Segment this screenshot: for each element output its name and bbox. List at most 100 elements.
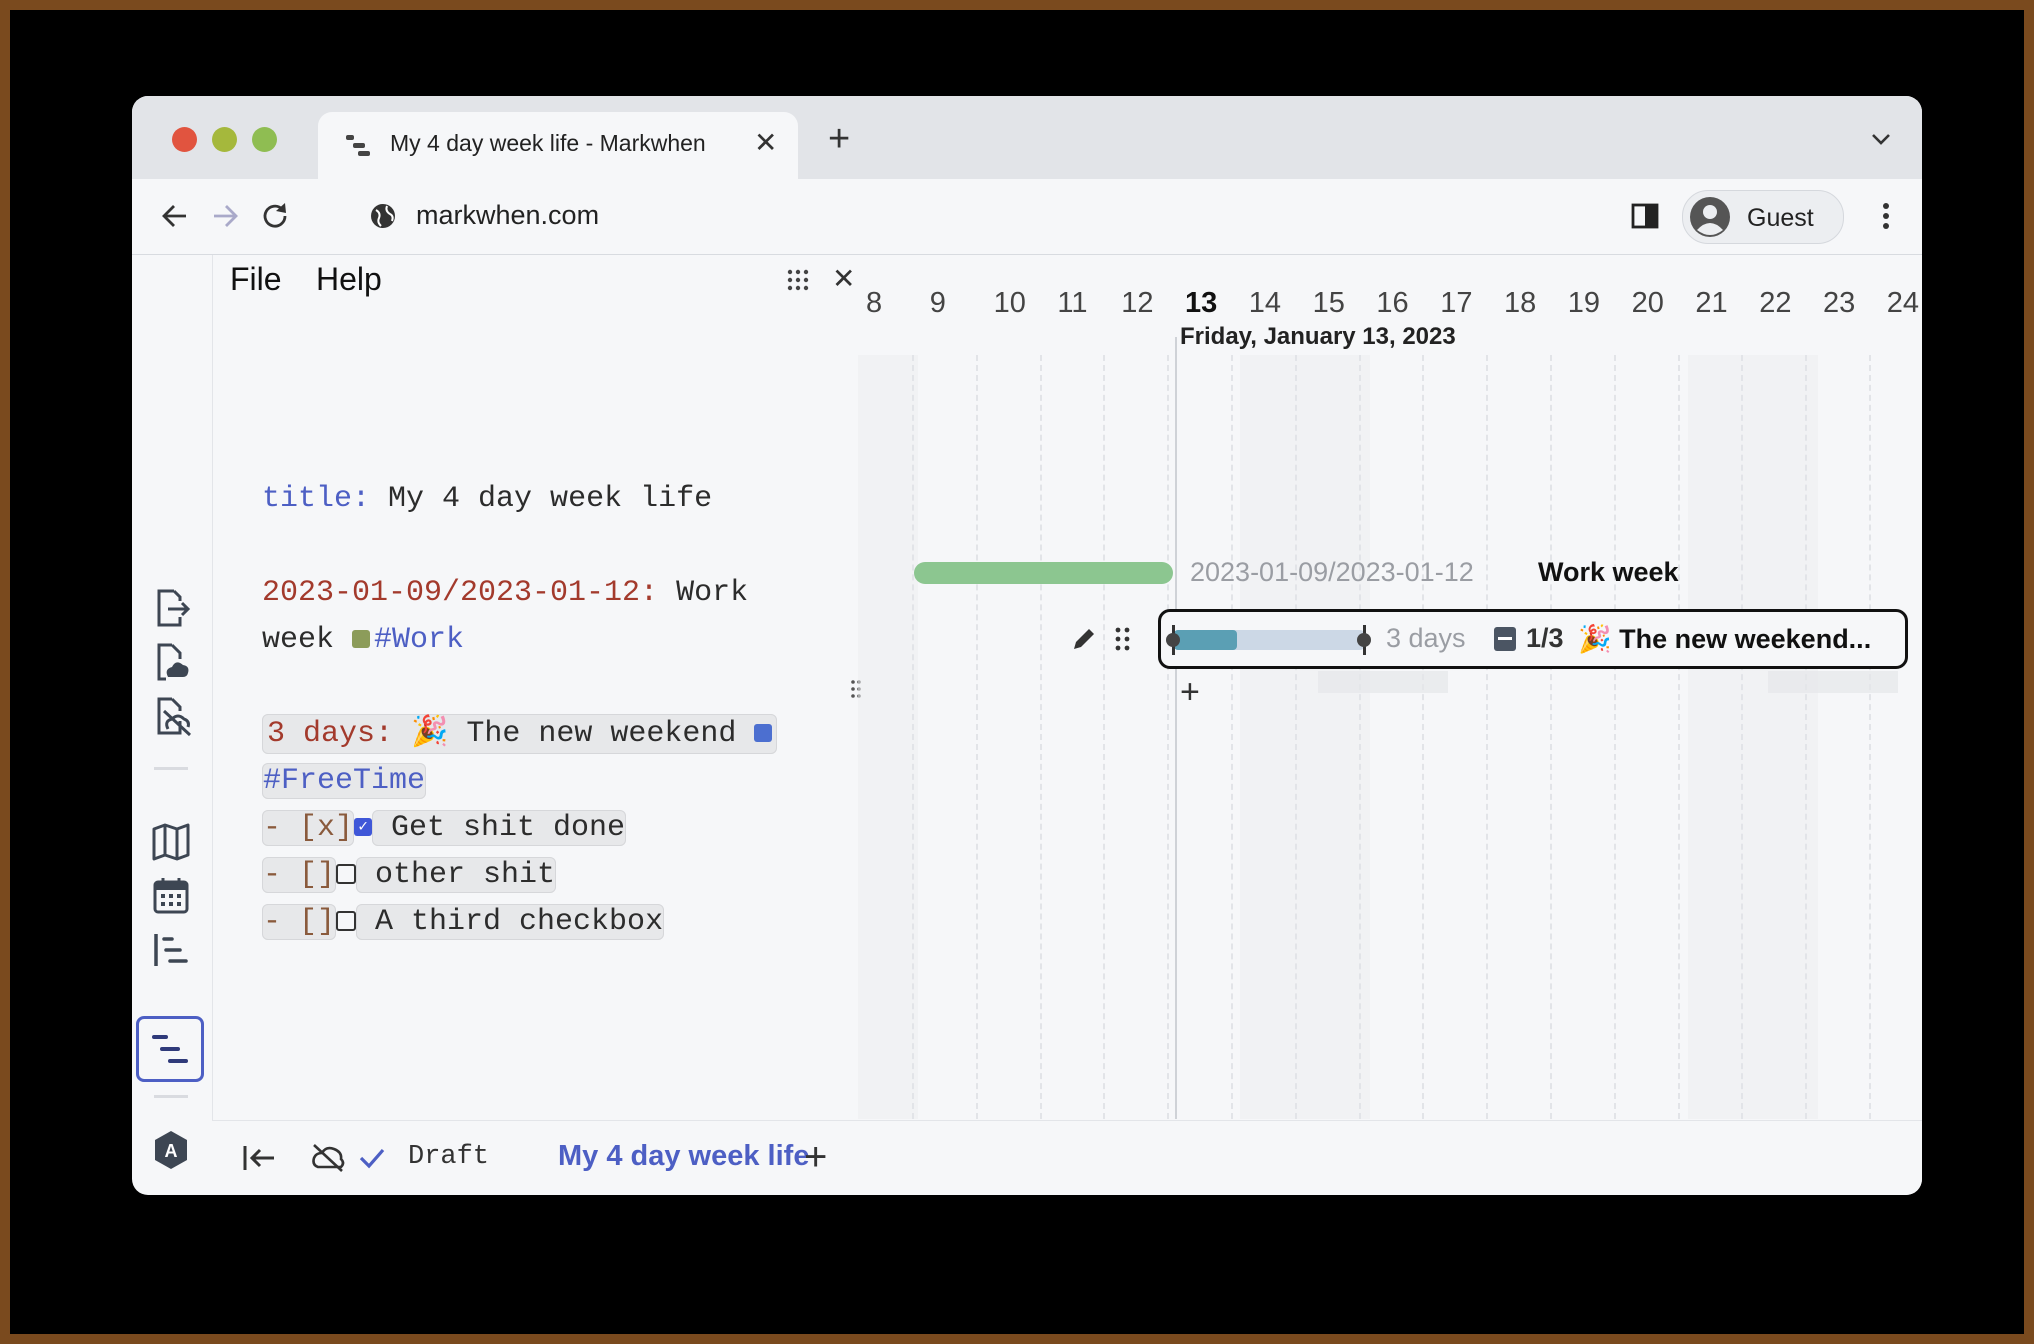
markwhen-favicon-icon — [346, 135, 370, 156]
day-gridline — [1103, 355, 1106, 1119]
day-label: 18 — [1504, 287, 1537, 319]
edit-pencil-icon[interactable] — [1070, 625, 1098, 653]
new-tab-button[interactable]: + — [828, 120, 850, 158]
help-menu[interactable]: Help — [316, 261, 382, 298]
checklist-label: Get shit done — [372, 810, 627, 846]
bottom-bar: Draft My 4 day week life + — [212, 1120, 1922, 1195]
markwhen-editor[interactable]: title: My 4 day week life 2023-01-09/202… — [262, 476, 822, 946]
close-editor-icon[interactable]: ✕ — [832, 262, 855, 295]
checkbox-checked[interactable]: ✓ — [354, 818, 373, 837]
browser-window: My 4 day week life - Markwhen ✕ + markwh… — [132, 96, 1922, 1195]
timeline-view-icon — [152, 1035, 188, 1063]
file-unlink-icon[interactable] — [150, 695, 192, 737]
work-week-bar[interactable] — [914, 562, 1173, 584]
weekend-duration: 3 days — [1386, 623, 1466, 653]
timeline-panel: 8 9 10 11 12 13 14 15 16 17 18 19 20 21 22 23 24 Friday,… — [858, 255, 1922, 1195]
day-gridline — [1869, 355, 1871, 1119]
event1-text: Work — [658, 576, 749, 610]
list-view-icon[interactable] — [150, 929, 192, 971]
title-value: My 4 day week life — [370, 482, 713, 516]
svg-text:A: A — [165, 1141, 178, 1161]
day-label: 22 — [1759, 287, 1792, 319]
add-event-button[interactable]: + — [1180, 673, 1200, 712]
end-handle-knob[interactable] — [1357, 633, 1371, 647]
tab-close-icon[interactable]: ✕ — [754, 126, 777, 159]
settings-a-icon[interactable]: A — [150, 1129, 192, 1171]
checklist-item-1: - [x] ✓ Get shit done — [262, 805, 822, 852]
event1-line-2: week #Work — [262, 617, 822, 664]
profile-button[interactable]: Guest — [1682, 190, 1844, 244]
day-label: 14 — [1248, 287, 1282, 319]
day-gridline — [1294, 355, 1297, 1119]
checklist-marker: - [] — [262, 857, 337, 893]
checklist-label: A third checkbox — [356, 904, 665, 940]
minimize-window-button[interactable] — [212, 127, 237, 152]
event2-tag-line: #FreeTime — [262, 758, 822, 805]
more-menu-icon[interactable] — [1876, 199, 1896, 233]
reload-icon[interactable] — [258, 199, 292, 233]
today-line — [1175, 337, 1177, 1119]
day-label: 10 — [993, 287, 1026, 319]
event1-line: 2023-01-09/2023-01-12: Work — [262, 570, 822, 617]
active-tab[interactable]: My 4 day week life - Markwhen ✕ — [318, 112, 798, 179]
document-tab[interactable]: My 4 day week life — [558, 1140, 809, 1173]
add-document-button[interactable]: + — [804, 1135, 827, 1180]
work-color-swatch[interactable] — [352, 630, 371, 649]
back-icon[interactable] — [158, 199, 192, 233]
day-label: 16 — [1376, 287, 1409, 319]
checkbox-unchecked[interactable] — [336, 864, 357, 885]
event2-date: 3 days: — [267, 717, 394, 751]
cloud-off-icon[interactable] — [310, 1143, 346, 1173]
day-gridline — [1231, 355, 1233, 1119]
app-sidebar: A — [132, 255, 213, 1195]
checklist-label: other shit — [356, 857, 557, 893]
day-label: 13 — [1185, 287, 1218, 319]
work-week-range: 2023-01-09/2023-01-12 — [1190, 557, 1474, 587]
work-tag: #Work — [374, 623, 465, 657]
title-key: title: — [262, 482, 371, 516]
day-gridline — [975, 355, 978, 1119]
event1-date: 2023-01-09/2023-01-12: — [262, 576, 659, 610]
sidebar-divider-2 — [154, 1095, 188, 1098]
file-menu[interactable]: File — [230, 261, 282, 298]
sidebar-divider — [154, 767, 188, 770]
day-gridline — [912, 355, 914, 1119]
day-label: 17 — [1440, 287, 1473, 319]
current-date-label: Friday, January 13, 2023 — [1180, 323, 1456, 350]
map-icon[interactable] — [150, 821, 192, 863]
event2-line: 3 days: 🎉 The new weekend — [262, 711, 822, 758]
site-info-globe-icon[interactable] — [368, 201, 398, 231]
timeline-view-button[interactable] — [136, 1016, 204, 1082]
drag-grid-icon[interactable] — [786, 268, 810, 292]
day-gridline — [1358, 355, 1361, 1119]
calendar-icon[interactable] — [150, 875, 192, 917]
checkbox-unchecked[interactable] — [336, 911, 357, 932]
day-label: 11 — [1057, 287, 1088, 319]
event-shadow — [1318, 671, 1448, 693]
day-label: 21 — [1695, 287, 1728, 319]
day-gridline — [1805, 355, 1808, 1119]
cloud-upload-icon[interactable] — [150, 641, 192, 683]
drag-handle-icon[interactable] — [1114, 625, 1132, 653]
day-gridline — [1167, 355, 1170, 1119]
start-handle-knob[interactable] — [1166, 633, 1180, 647]
url-text[interactable]: markwhen.com — [416, 200, 599, 231]
side-panel-icon[interactable] — [1630, 201, 1660, 231]
work-week-title[interactable]: Work week — [1538, 557, 1679, 588]
profile-label: Guest — [1747, 204, 1814, 232]
checklist-progress: 1/3 — [1526, 623, 1564, 653]
event2-text: 🎉 The new weekend — [393, 717, 755, 751]
export-icon[interactable] — [150, 587, 192, 629]
zoom-window-button[interactable] — [252, 127, 277, 152]
forward-icon[interactable] — [208, 199, 242, 233]
checklist-item-2: - [] other shit — [262, 852, 822, 899]
close-window-button[interactable] — [172, 127, 197, 152]
day-gridline — [1741, 355, 1744, 1119]
collapse-panel-icon[interactable] — [242, 1142, 276, 1174]
tab-search-chevron-icon[interactable] — [1868, 126, 1894, 152]
checklist-icon — [1494, 627, 1516, 651]
title-line: title: My 4 day week life — [262, 476, 822, 523]
tab-title: My 4 day week life - Markwhen — [390, 130, 706, 156]
freetime-color-swatch[interactable] — [754, 724, 773, 743]
weekend-title[interactable]: 🎉 The new weekend... — [1578, 623, 1871, 655]
